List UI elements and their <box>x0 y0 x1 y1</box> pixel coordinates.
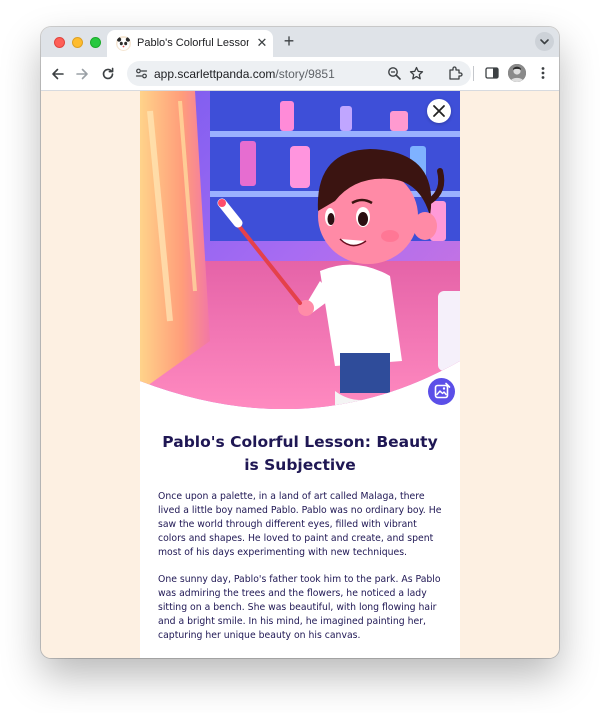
reload-button[interactable] <box>99 65 117 83</box>
profile-avatar[interactable] <box>508 64 526 82</box>
minimize-window-button[interactable] <box>72 37 83 48</box>
image-icon <box>434 382 451 399</box>
story-title: Pablo's Colorful Lesson: Beauty is Subje… <box>162 433 438 474</box>
kebab-menu-icon[interactable] <box>535 65 551 81</box>
close-story-button[interactable] <box>427 99 451 123</box>
close-window-button[interactable] <box>54 37 65 48</box>
zoom-icon[interactable] <box>387 66 402 81</box>
tab-bar: Pablo's Colorful Lesson: Beau ✕ + <box>41 27 559 57</box>
toolbar-divider <box>473 66 474 81</box>
story-paragraph: One sunny day, Pablo's father took him t… <box>158 574 441 641</box>
reload-icon <box>102 67 114 80</box>
url-text: app.scarlettpanda.com/story/9851 <box>154 67 335 81</box>
sidepanel-icon[interactable] <box>484 65 500 81</box>
arrow-left-icon <box>52 68 64 80</box>
story-illustration <box>140 91 460 409</box>
story-paragraph: Once upon a palette, in a land of art ca… <box>158 491 442 558</box>
tab-search-button[interactable] <box>535 32 554 51</box>
maximize-window-button[interactable] <box>90 37 101 48</box>
tab-close-icon[interactable]: ✕ <box>255 36 269 50</box>
panda-favicon-icon <box>116 36 131 51</box>
browser-window: Pablo's Colorful Lesson: Beau ✕ + <box>41 27 559 658</box>
address-bar[interactable]: app.scarlettpanda.com/story/9851 <box>127 61 471 86</box>
back-button[interactable] <box>49 65 67 83</box>
url-path: /story/9851 <box>275 67 335 81</box>
close-icon <box>433 105 445 117</box>
browser-toolbar: app.scarlettpanda.com/story/9851 <box>41 57 559 91</box>
avatar-icon <box>508 64 526 82</box>
regenerate-image-button[interactable] <box>428 378 455 405</box>
tab-active[interactable]: Pablo's Colorful Lesson: Beau ✕ <box>107 30 273 57</box>
arrow-right-icon <box>76 68 88 80</box>
puzzle-icon[interactable] <box>447 65 463 81</box>
page-content: Pablo's Colorful Lesson: Beauty is Subje… <box>41 91 559 658</box>
new-tab-button[interactable]: + <box>281 32 297 50</box>
url-host: app.scarlettpanda.com <box>154 67 276 81</box>
tab-title: Pablo's Colorful Lesson: Beau <box>137 37 249 49</box>
forward-button[interactable] <box>73 65 91 83</box>
star-icon[interactable] <box>409 66 424 81</box>
chevron-down-icon <box>540 39 549 45</box>
story-card: Pablo's Colorful Lesson: Beauty is Subje… <box>140 91 460 658</box>
site-settings-icon[interactable] <box>135 67 148 80</box>
